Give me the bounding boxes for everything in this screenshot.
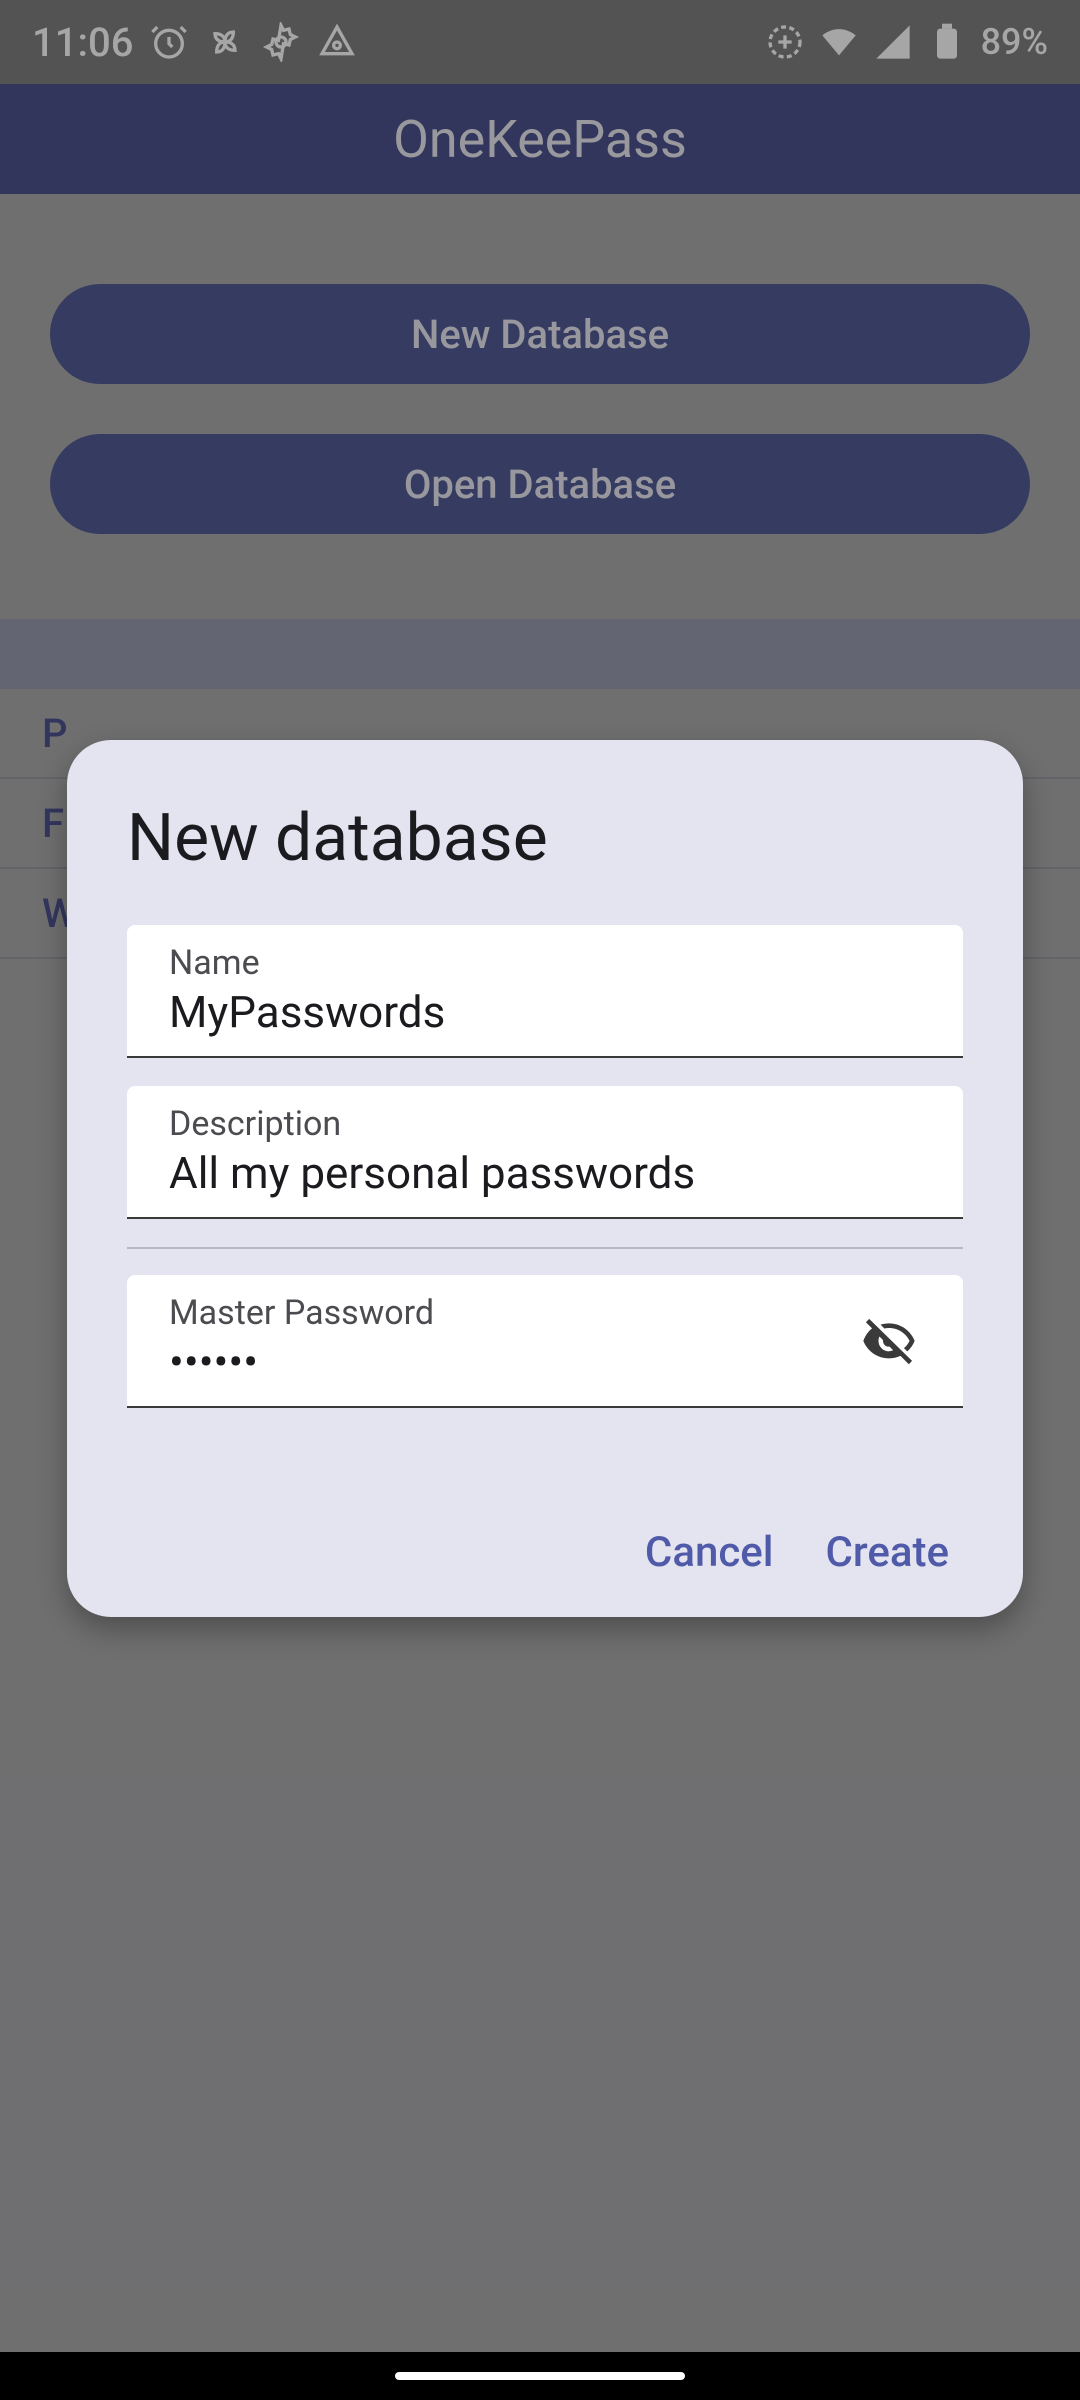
- dialog-title: New database: [127, 800, 963, 877]
- name-label: Name: [169, 943, 921, 983]
- new-database-dialog: New database Name MyPasswords Descriptio…: [67, 740, 1023, 1617]
- description-field[interactable]: Description All my personal passwords: [127, 1086, 963, 1219]
- eye-off-icon: [861, 1314, 917, 1370]
- create-button[interactable]: Create: [826, 1528, 950, 1577]
- divider: [127, 1247, 963, 1249]
- name-input[interactable]: MyPasswords: [169, 985, 921, 1040]
- master-password-field[interactable]: Master Password ••••••: [127, 1275, 963, 1408]
- toggle-password-visibility-button[interactable]: [857, 1310, 921, 1374]
- master-password-label: Master Password: [169, 1293, 857, 1333]
- home-indicator[interactable]: [395, 2372, 685, 2380]
- description-label: Description: [169, 1104, 921, 1144]
- dialog-actions: Cancel Create: [127, 1528, 963, 1577]
- master-password-input[interactable]: ••••••: [169, 1335, 857, 1390]
- cancel-button[interactable]: Cancel: [645, 1528, 774, 1577]
- navigation-bar: [0, 2352, 1080, 2400]
- name-field[interactable]: Name MyPasswords: [127, 925, 963, 1058]
- description-input[interactable]: All my personal passwords: [169, 1146, 921, 1201]
